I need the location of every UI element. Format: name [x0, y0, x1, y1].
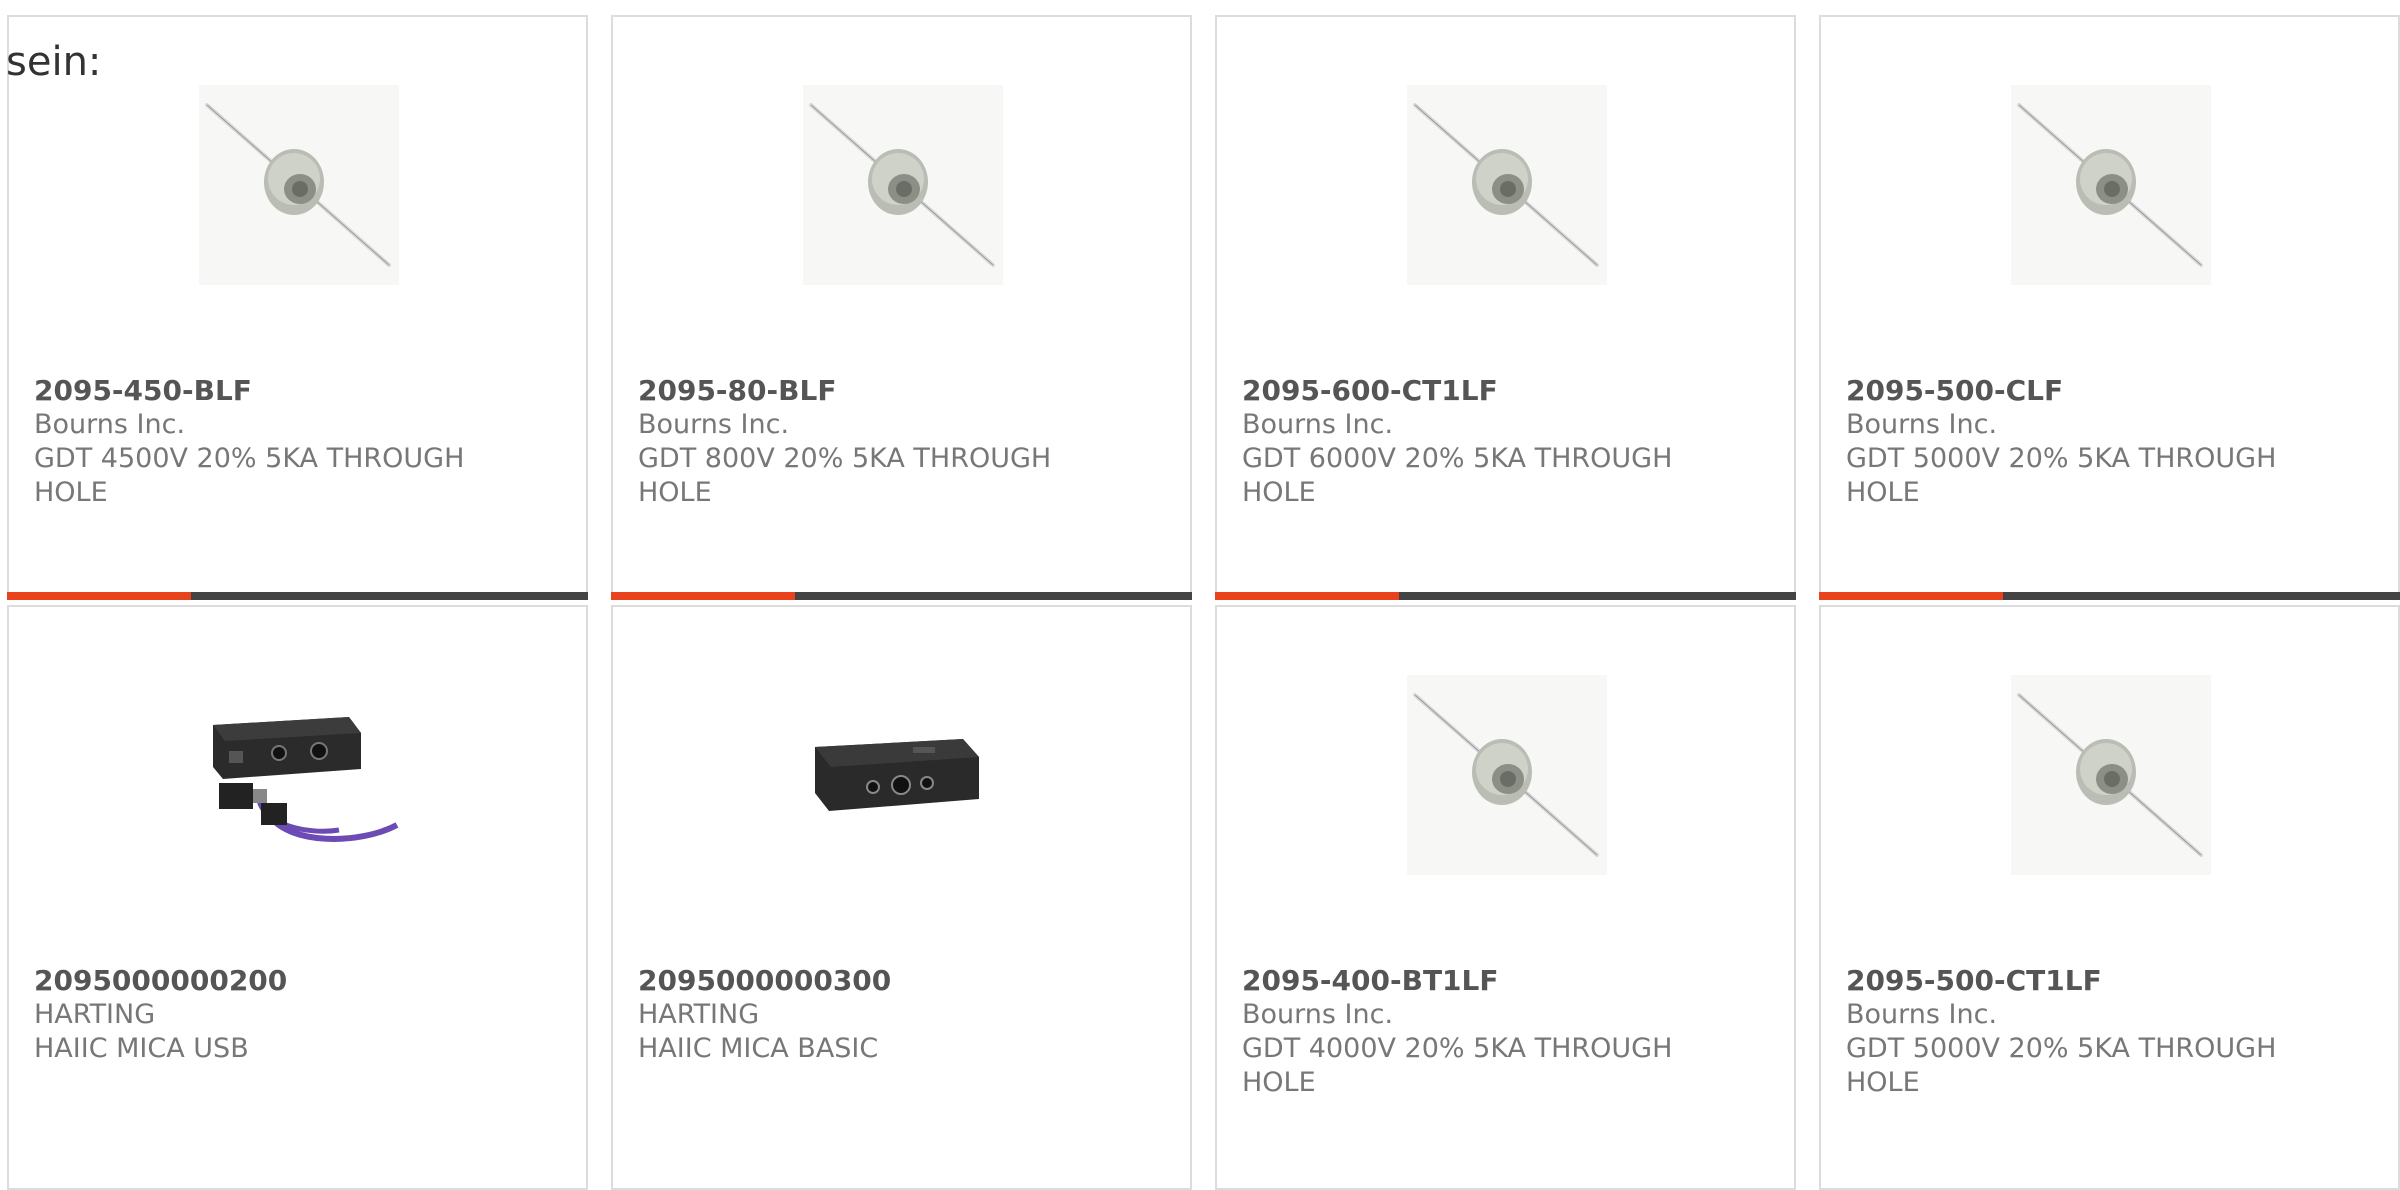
card-bottom-bar: [7, 592, 588, 600]
part-number[interactable]: 2095-500-CT1LF: [1846, 964, 2102, 998]
mica-basic-module-icon[interactable]: [803, 675, 1003, 875]
product-card[interactable]: 2095-400-BT1LF Bourns Inc. GDT 4000V 20%…: [1215, 605, 1796, 1190]
gas-discharge-tube-icon[interactable]: [1407, 85, 1607, 285]
product-card[interactable]: 2095000000300 HARTING HAIIC MICA BASIC: [611, 605, 1192, 1190]
gas-discharge-tube-icon[interactable]: [1407, 675, 1607, 875]
product-description: GDT 800V 20% 5KA THROUGH HOLE: [638, 443, 1052, 508]
product-description: GDT 4000V 20% 5KA THROUGH HOLE: [1242, 1033, 1673, 1098]
card-accent-strip: [611, 592, 795, 600]
gas-discharge-tube-icon[interactable]: [199, 85, 399, 285]
gas-discharge-tube-icon[interactable]: [803, 85, 1003, 285]
part-number[interactable]: 2095-600-CT1LF: [1242, 374, 1498, 408]
product-card[interactable]: 2095-600-CT1LF Bourns Inc. GDT 6000V 20%…: [1215, 15, 1796, 600]
product-card[interactable]: 2095-450-BLF Bourns Inc. GDT 4500V 20% 5…: [7, 15, 588, 600]
manufacturer-name: HARTING: [34, 999, 156, 1030]
manufacturer-name: Bourns Inc.: [34, 409, 186, 440]
card-accent-strip: [1819, 592, 2003, 600]
intro-text: sein:: [6, 39, 102, 85]
part-number[interactable]: 2095-80-BLF: [638, 374, 836, 408]
product-card[interactable]: 2095-500-CLF Bourns Inc. GDT 5000V 20% 5…: [1819, 15, 2400, 600]
card-bottom-bar: [1819, 592, 2400, 600]
gas-discharge-tube-icon[interactable]: [2011, 675, 2211, 875]
part-number[interactable]: 2095-450-BLF: [34, 374, 252, 408]
manufacturer-name: HARTING: [638, 999, 760, 1030]
manufacturer-name: Bourns Inc.: [1242, 409, 1394, 440]
product-description: GDT 5000V 20% 5KA THROUGH HOLE: [1846, 443, 2277, 508]
product-description: HAIIC MICA USB: [34, 1033, 249, 1064]
gas-discharge-tube-icon[interactable]: [2011, 85, 2211, 285]
product-description: GDT 4500V 20% 5KA THROUGH HOLE: [34, 443, 465, 508]
manufacturer-name: Bourns Inc.: [1846, 999, 1998, 1030]
mica-usb-module-icon[interactable]: [199, 675, 399, 875]
part-number[interactable]: 2095-400-BT1LF: [1242, 964, 1499, 998]
product-card[interactable]: 2095-500-CT1LF Bourns Inc. GDT 5000V 20%…: [1819, 605, 2400, 1190]
part-number[interactable]: 2095000000300: [638, 964, 891, 998]
card-accent-strip: [7, 592, 191, 600]
product-description: HAIIC MICA BASIC: [638, 1033, 879, 1064]
manufacturer-name: Bourns Inc.: [638, 409, 790, 440]
manufacturer-name: Bourns Inc.: [1242, 999, 1394, 1030]
product-card[interactable]: 2095000000200 HARTING HAIIC MICA USB: [7, 605, 588, 1190]
product-description: GDT 5000V 20% 5KA THROUGH HOLE: [1846, 1033, 2277, 1098]
manufacturer-name: Bourns Inc.: [1846, 409, 1998, 440]
product-card[interactable]: 2095-80-BLF Bourns Inc. GDT 800V 20% 5KA…: [611, 15, 1192, 600]
card-bottom-bar: [1215, 592, 1796, 600]
part-number[interactable]: 2095-500-CLF: [1846, 374, 2063, 408]
card-accent-strip: [1215, 592, 1399, 600]
card-bottom-bar: [611, 592, 1192, 600]
part-number[interactable]: 2095000000200: [34, 964, 287, 998]
product-description: GDT 6000V 20% 5KA THROUGH HOLE: [1242, 443, 1673, 508]
